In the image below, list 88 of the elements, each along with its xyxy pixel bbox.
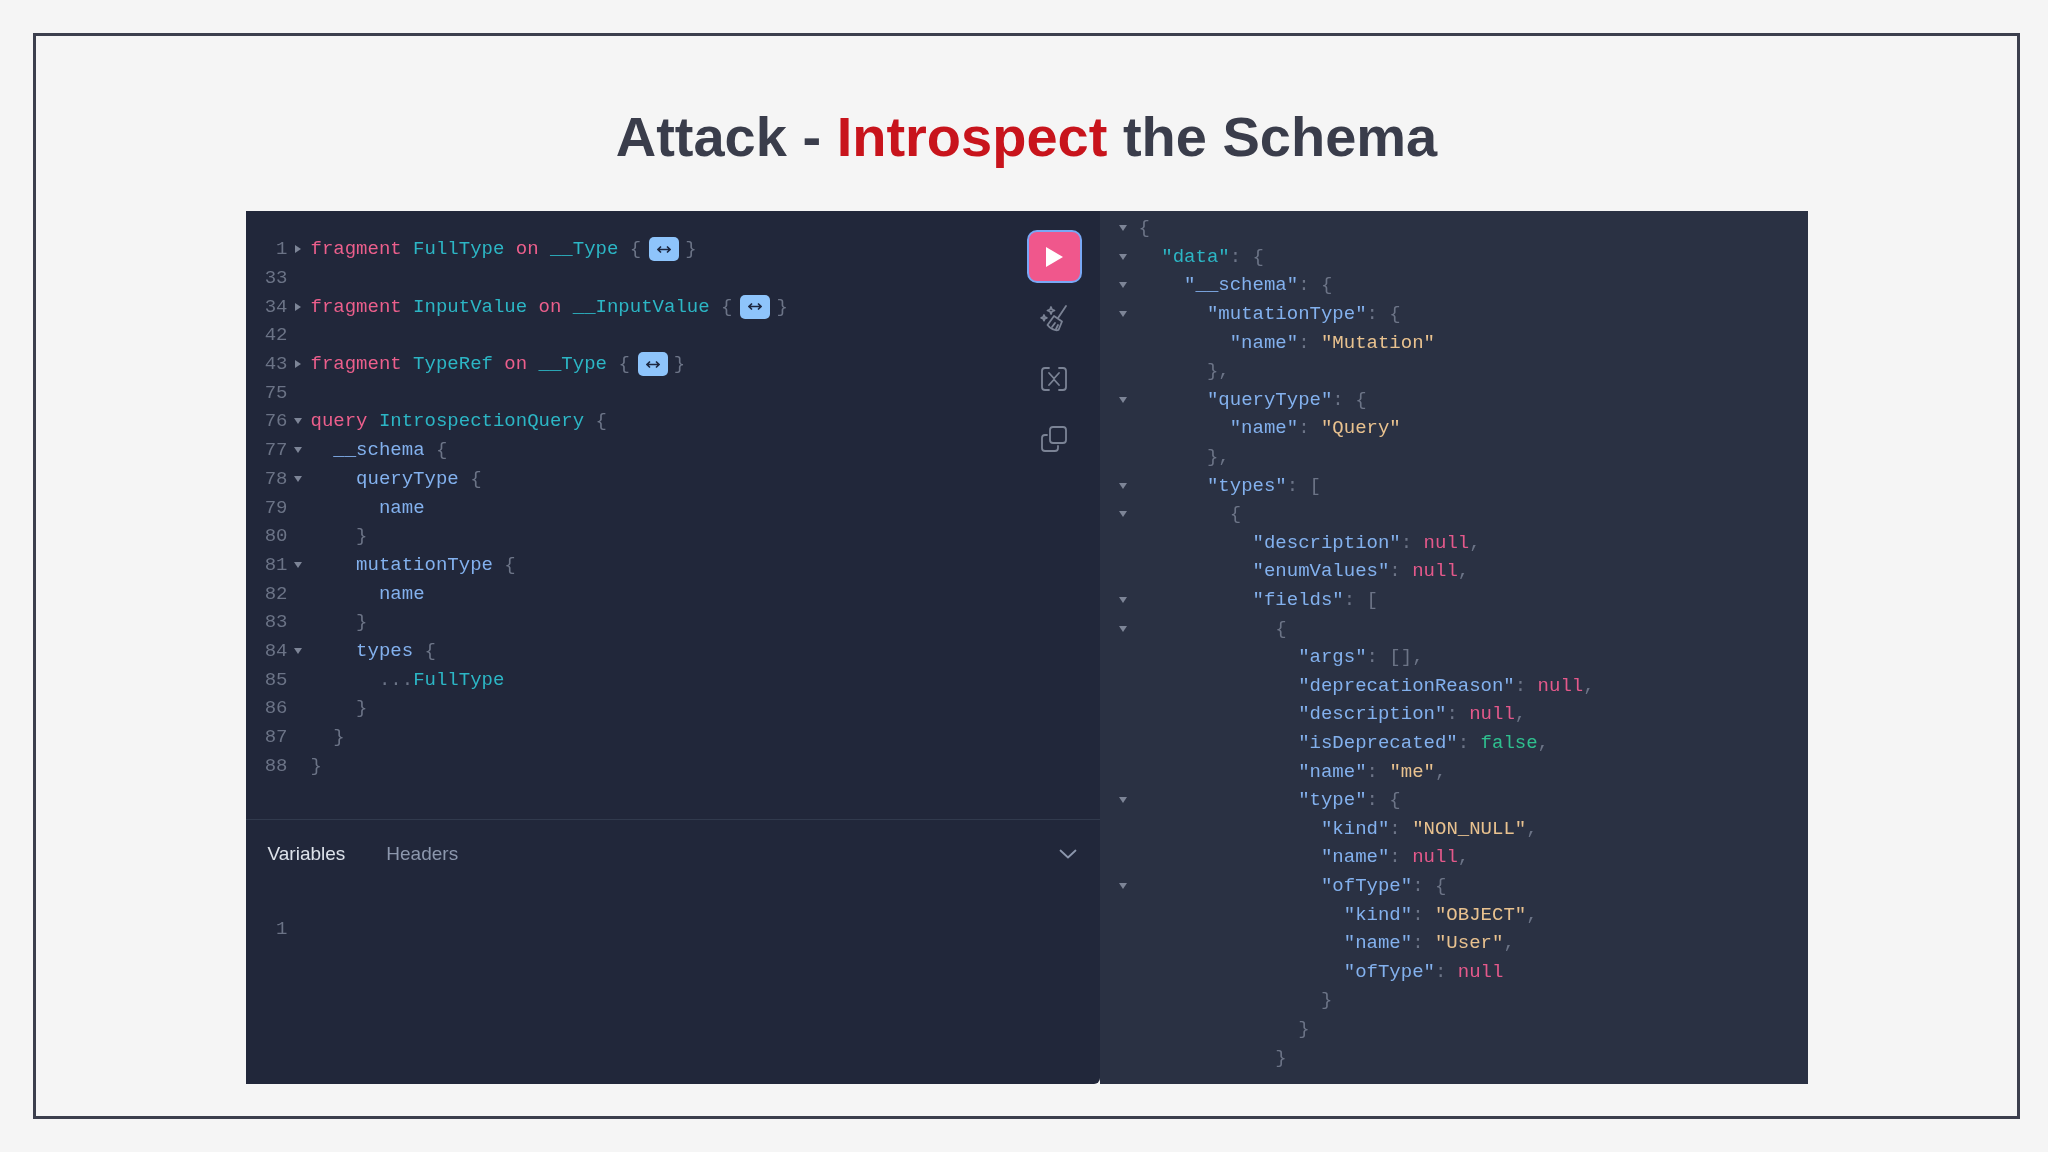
code-text: "args": [], — [1298, 646, 1424, 669]
line-number: 43 — [264, 353, 288, 376]
line-number: 78 — [264, 467, 288, 490]
caret-down-icon[interactable] — [1117, 623, 1128, 634]
code-text: "types": [ — [1206, 474, 1321, 497]
code-text: } — [1275, 1046, 1287, 1069]
line-number: 87 — [264, 726, 288, 749]
line-number: 82 — [264, 582, 288, 605]
code-text: "isDeprecated": false, — [1298, 732, 1549, 754]
chevron-down-icon[interactable] — [1058, 849, 1077, 859]
code-text: } — [1320, 989, 1333, 1012]
code-text: query IntrospectionQuery { — [310, 410, 607, 433]
code-text: "type": { — [1298, 789, 1401, 812]
code-text: }, — [1206, 360, 1230, 383]
caret-down-icon[interactable] — [1117, 880, 1128, 891]
code-text: "mutationType": { — [1206, 303, 1401, 326]
code-text: "ofType": null — [1343, 960, 1504, 983]
code-text: "deprecationReason": null, — [1298, 674, 1595, 697]
caret-right-icon[interactable] — [292, 359, 303, 370]
code-text: } — [685, 238, 697, 261]
line-number: 83 — [264, 611, 288, 634]
code-text: ...FullType — [378, 668, 505, 691]
caret-down-icon[interactable] — [292, 473, 303, 484]
code-text: "description": null, — [1252, 531, 1481, 554]
code-text: "kind": "NON_NULL", — [1320, 817, 1538, 840]
line-number: 76 — [264, 410, 288, 433]
code-text: types { — [356, 639, 436, 662]
code-text: fragment TypeRef on __Type { — [310, 353, 630, 376]
code-text: } — [356, 525, 368, 548]
code-text: "description": null, — [1298, 703, 1527, 726]
run-button[interactable] — [1026, 230, 1082, 283]
caret-down-icon[interactable] — [292, 559, 303, 570]
code-text: "queryType": { — [1206, 388, 1367, 411]
line-number: 1 — [276, 918, 288, 941]
code-text: } — [356, 611, 368, 634]
code-text: mutationType { — [356, 553, 516, 576]
line-number: 75 — [264, 381, 288, 404]
caret-right-icon[interactable] — [292, 301, 303, 312]
code-text: queryType { — [356, 467, 482, 490]
line-number: 33 — [264, 267, 288, 290]
caret-down-icon[interactable] — [1117, 251, 1128, 262]
slide-title: Attack - Introspect the Schema — [615, 104, 1438, 170]
code-text: } — [356, 697, 368, 720]
line-number: 79 — [264, 496, 288, 519]
code-text: } — [310, 754, 322, 777]
line-number: 85 — [264, 668, 288, 691]
caret-down-icon[interactable] — [1117, 480, 1128, 491]
code-text: } — [776, 295, 788, 318]
panel-tab[interactable]: Variables — [267, 843, 346, 865]
code-text: __schema { — [333, 439, 448, 462]
code-text: "name": "Mutation" — [1229, 331, 1435, 354]
line-number: 42 — [264, 324, 288, 347]
caret-right-icon[interactable] — [292, 244, 303, 255]
caret-down-icon[interactable] — [1117, 394, 1128, 405]
code-text: "data": { — [1161, 245, 1264, 268]
line-number: 81 — [264, 553, 288, 576]
code-text: { — [1275, 617, 1287, 640]
code-text: } — [333, 726, 345, 749]
line-number: 80 — [264, 525, 288, 548]
code-text: name — [378, 496, 425, 519]
code-text: }, — [1206, 446, 1230, 469]
code-text: "name": "Query" — [1229, 417, 1401, 440]
code-text: "name": null, — [1320, 846, 1470, 869]
line-number: 84 — [264, 639, 288, 662]
line-number: 88 — [264, 754, 288, 777]
code-text: "enumValues": null, — [1252, 560, 1470, 583]
code-text: fragment FullType on __Type { — [310, 238, 642, 261]
caret-down-icon[interactable] — [1117, 595, 1128, 605]
caret-down-icon[interactable] — [292, 645, 303, 656]
code-text: "ofType": { — [1320, 874, 1447, 897]
line-number: 86 — [264, 697, 288, 720]
line-number: 1 — [276, 238, 288, 261]
copy-icon[interactable] — [1038, 423, 1070, 455]
line-number: 77 — [264, 439, 288, 462]
code-text: { — [1229, 503, 1242, 526]
code-text: { — [1138, 217, 1150, 240]
code-text: "name": "me", — [1298, 760, 1447, 783]
code-text: fragment InputValue on __InputValue { — [310, 295, 733, 318]
code-text: } — [1298, 1017, 1310, 1040]
code-text: name — [378, 582, 425, 605]
panel-tab[interactable]: Headers — [386, 843, 459, 865]
code-text: "fields": [ — [1252, 589, 1378, 611]
code-text: } — [673, 353, 686, 376]
play-icon — [1044, 245, 1064, 268]
code-text: "kind": "OBJECT", — [1343, 903, 1538, 926]
code-text: "__schema": { — [1184, 274, 1333, 297]
code-text: "name": "User", — [1343, 932, 1515, 955]
line-number: 34 — [264, 295, 288, 318]
